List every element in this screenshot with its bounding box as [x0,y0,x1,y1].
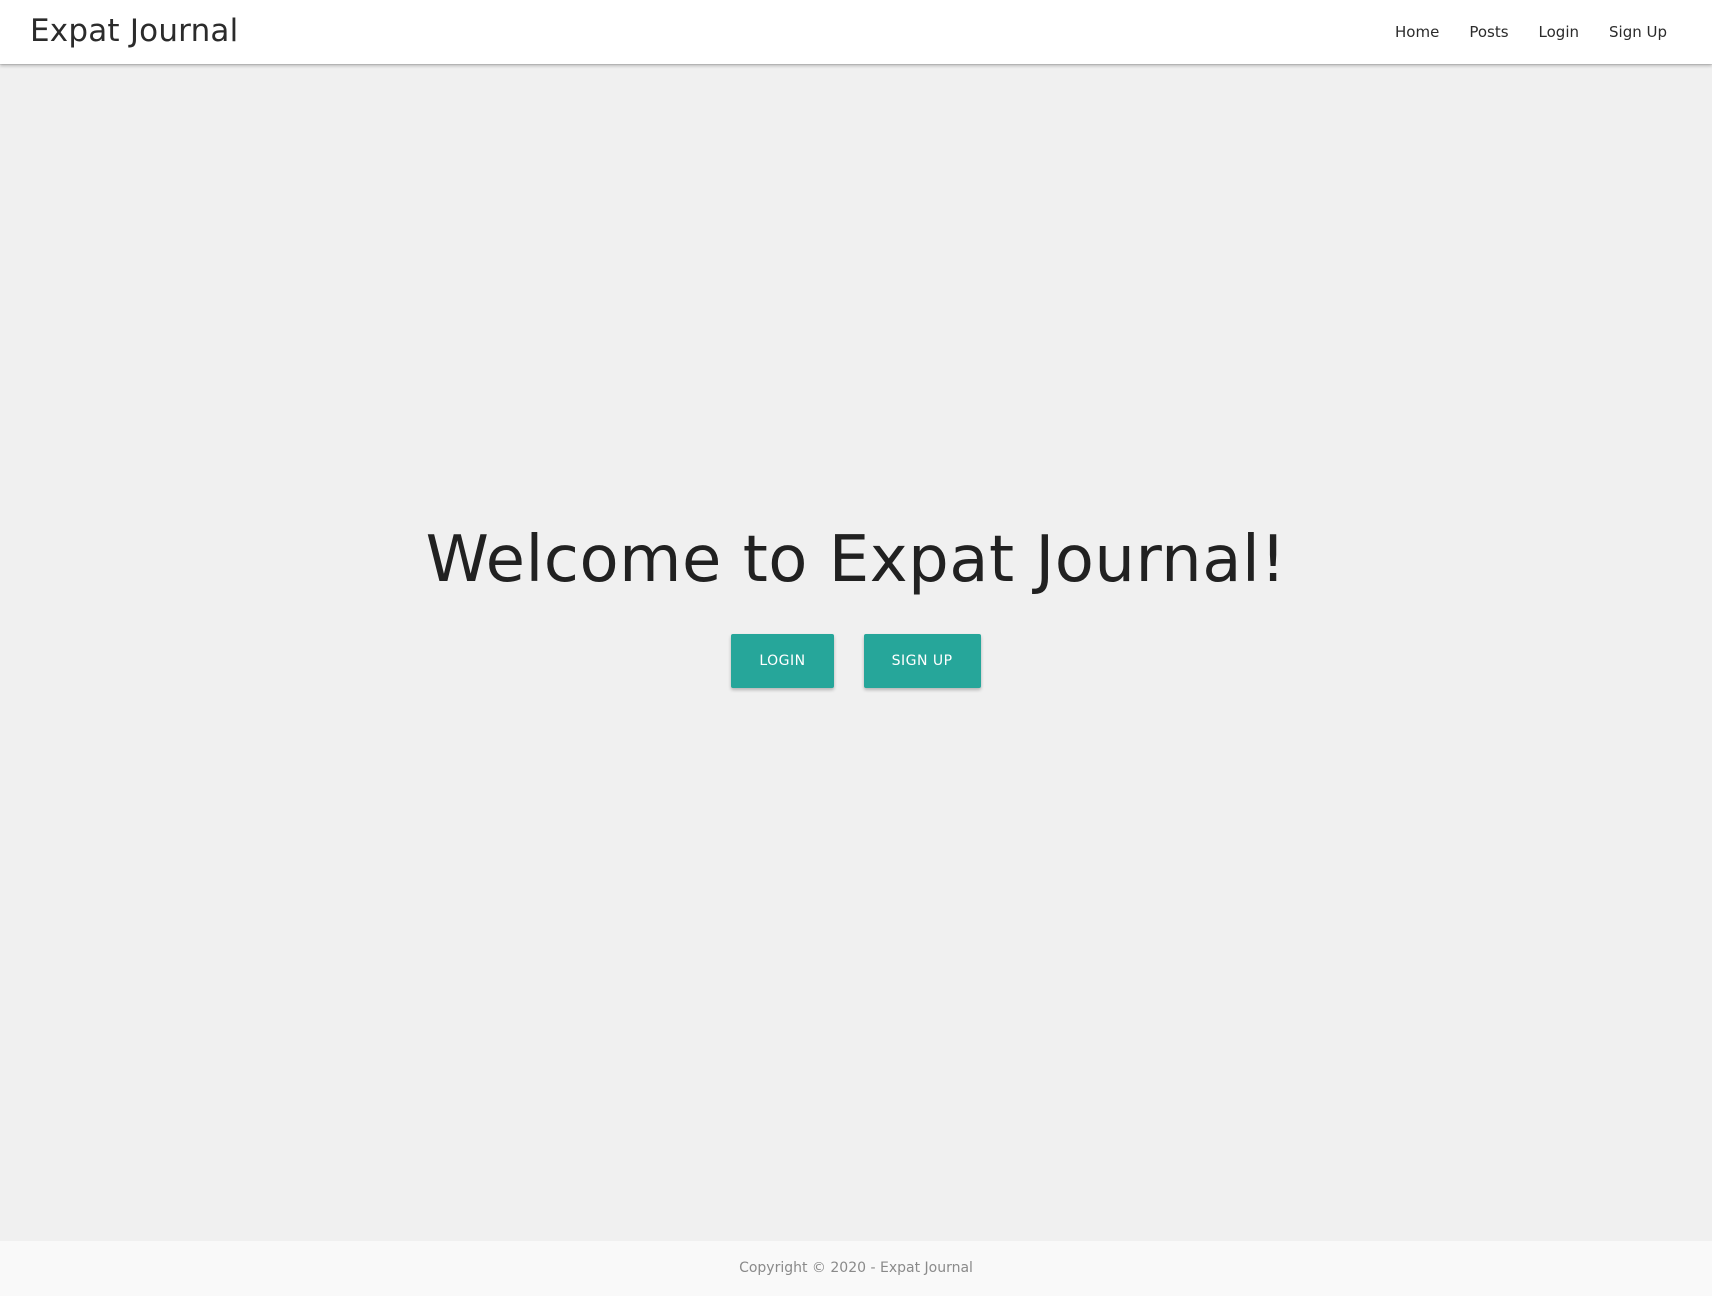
hero-title: Welcome to Expat Journal! [425,523,1287,597]
nav-link-home[interactable]: Home [1380,0,1454,64]
nav-link-sign-up[interactable]: Sign Up [1594,0,1682,64]
hero-buttons: LOGIN SIGN UP [0,634,1712,688]
footer: Copyright © 2020 - Expat Journal [0,1241,1712,1296]
brand-logo-link[interactable]: Expat Journal [30,13,238,49]
hero-section: Welcome to Expat Journal! LOGIN SIGN UP [0,520,1712,688]
copyright-text: Copyright © 2020 - Expat Journal [739,1260,973,1276]
nav-link-posts[interactable]: Posts [1454,0,1523,64]
nav-links: Home Posts Login Sign Up [1380,0,1712,64]
sign-up-button[interactable]: SIGN UP [863,634,981,688]
page: Expat Journal Home Posts Login Sign Up W… [0,0,1712,1296]
navbar: Expat Journal Home Posts Login Sign Up [0,0,1712,64]
login-button[interactable]: LOGIN [731,634,834,688]
nav-link-login[interactable]: Login [1524,0,1594,64]
